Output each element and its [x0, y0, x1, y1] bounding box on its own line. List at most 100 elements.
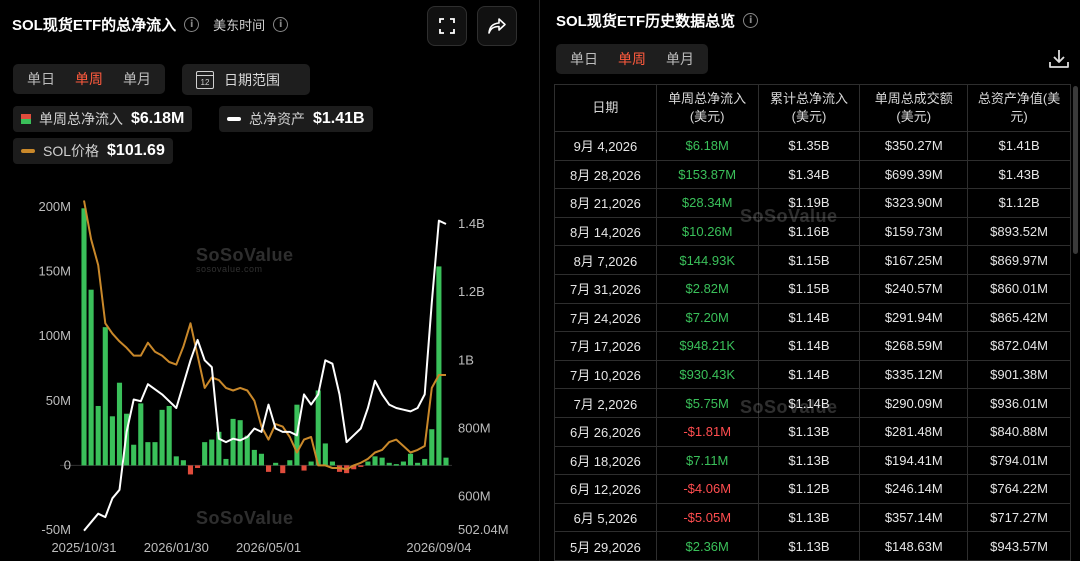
cell-weekly-volume: $335.12M [859, 359, 969, 390]
table-row[interactable]: 7月 24,2026 $7.20M $1.14B $291.94M $865.42M [554, 302, 1071, 333]
flow-bar [280, 465, 286, 474]
col-header-date[interactable]: 日期 [554, 84, 657, 132]
cell-weekly-volume: $194.41M [859, 445, 969, 476]
cell-weekly-volume: $167.25M [859, 245, 969, 275]
cell-weekly-flow: $28.34M [655, 188, 759, 218]
y-right-tick-label: 800M [458, 420, 491, 435]
cell-weekly-volume: $148.63M [859, 531, 969, 561]
col-header-weekly-volume[interactable]: 单周总成交额 (美元) [859, 84, 969, 132]
col-header-cumulative-flow[interactable]: 累计总净流入 (美元) [757, 84, 861, 132]
cell-date: 7月 17,2026 [554, 331, 657, 361]
timezone-info-icon[interactable]: i [273, 17, 289, 32]
flow-chart[interactable]: 200M 150M 100M 50M 0 -50M 1.4B 1.2B 1B 800M 600M 50… [0, 185, 538, 561]
table-tab-day[interactable]: 单日 [560, 49, 608, 69]
cell-weekly-flow: -$4.06M [655, 474, 759, 504]
history-panel: SOL现货ETF历史数据总览 i 单日 单周 单月 日期 单周总净流入 (美元) … [540, 0, 1080, 561]
date-range-button[interactable]: 12 日期范围 [182, 64, 310, 95]
cell-net-assets: $901.38M [967, 359, 1071, 390]
table-body: 9月 4,2026 $6.18M $1.35B $350.27M $1.41B 8月 28… [554, 131, 1071, 561]
download-icon[interactable] [1048, 48, 1070, 70]
info-icon[interactable]: i [743, 13, 759, 28]
table-period-tabs: 单日 单周 单月 [556, 44, 708, 74]
header-unit: 元) [1010, 109, 1028, 124]
cell-weekly-flow: $930.43K [655, 359, 759, 390]
table-row[interactable]: 7月 31,2026 $2.82M $1.15B $240.57M $860.01M [554, 273, 1071, 304]
table-tab-week[interactable]: 单周 [608, 49, 656, 69]
y-right-tick-label: 1.2B [458, 284, 485, 299]
chart-tab-day[interactable]: 单日 [17, 69, 65, 89]
cell-weekly-volume: $240.57M [859, 273, 969, 304]
table-row[interactable]: 7月 10,2026 $930.43K $1.14B $335.12M $901.38M [554, 359, 1071, 390]
header-line: 单周总净流入 [668, 91, 747, 106]
cell-date: 7月 10,2026 [554, 359, 657, 390]
flow-bar [195, 465, 201, 468]
cell-cumulative-flow: $1.15B [757, 273, 861, 304]
cell-date: 8月 14,2026 [554, 216, 657, 247]
col-header-net-assets[interactable]: 总资产净值(美 元) [967, 84, 1071, 132]
table-row[interactable]: 7月 17,2026 $948.21K $1.14B $268.59M $872.04M [554, 331, 1071, 361]
flow-bar [237, 420, 243, 466]
cell-net-assets: $794.01M [967, 445, 1071, 476]
cell-cumulative-flow: $1.35B [757, 131, 861, 161]
cell-date: 7月 24,2026 [554, 302, 657, 333]
total-assets-stat: 总净资产 $1.41B [219, 106, 373, 132]
cell-weekly-volume: $323.90M [859, 188, 969, 218]
cell-cumulative-flow: $1.12B [757, 474, 861, 504]
table-row[interactable]: 8月 28,2026 $153.87M $1.34B $699.39M $1.43B [554, 159, 1071, 190]
y-left-tick-label: 150M [38, 264, 71, 279]
table-row[interactable]: 8月 21,2026 $28.34M $1.19B $323.90M $1.12B [554, 188, 1071, 218]
flow-bar [223, 458, 229, 466]
col-header-weekly-flow[interactable]: 单周总净流入 (美元) [655, 84, 759, 132]
flow-bar [166, 405, 172, 466]
flow-bar [308, 461, 314, 466]
cell-date: 5月 29,2026 [554, 531, 657, 561]
flow-bar [372, 456, 378, 466]
cell-net-assets: $1.43B [967, 159, 1071, 190]
table-row[interactable]: 6月 5,2026 -$5.05M $1.13B $357.14M $717.27M [554, 502, 1071, 533]
cell-net-assets: $840.88M [967, 416, 1071, 447]
cell-net-assets: $860.01M [967, 273, 1071, 304]
flow-bar [287, 460, 293, 466]
flow-bar [209, 439, 215, 466]
header-line: 累计总净流入 [769, 91, 848, 106]
flow-bar [187, 465, 194, 475]
flow-bar [251, 449, 257, 466]
total-assets-label: 总净资产 [249, 111, 305, 127]
cell-cumulative-flow: $1.15B [757, 245, 861, 275]
flow-bar [329, 461, 335, 466]
table-row[interactable]: 6月 26,2026 -$1.81M $1.13B $281.48M $840.88M [554, 416, 1071, 447]
chart-tab-month[interactable]: 单月 [113, 69, 161, 89]
table-row[interactable]: 5月 29,2026 $2.36M $1.13B $148.63M $943.57M [554, 531, 1071, 561]
cell-weekly-volume: $268.59M [859, 331, 969, 361]
cell-weekly-flow: $6.18M [655, 131, 759, 161]
table-scrollbar[interactable] [1073, 86, 1078, 254]
flow-bar [315, 390, 321, 466]
info-icon[interactable]: i [184, 17, 200, 32]
cell-weekly-flow: $2.82M [655, 273, 759, 304]
x-tick-label: 2026/05/01 [236, 540, 301, 555]
table-row[interactable]: 8月 7,2026 $144.93K $1.15B $167.25M $869.97M [554, 245, 1071, 275]
sol-price-label: SOL价格 [43, 143, 100, 159]
cell-cumulative-flow: $1.34B [757, 159, 861, 190]
chart-title: SOL现货ETF的总净流入 [12, 17, 177, 34]
cell-date: 7月 31,2026 [554, 273, 657, 304]
fullscreen-icon [439, 18, 455, 34]
header-unit: (美元) [791, 109, 827, 124]
cell-weekly-flow: $2.36M [655, 531, 759, 561]
table-tab-month[interactable]: 单月 [656, 49, 704, 69]
share-icon [488, 18, 506, 34]
table-row[interactable]: 7月 2,2026 $5.75M $1.14B $290.09M $936.01M [554, 388, 1071, 418]
chart-tab-week[interactable]: 单周 [65, 69, 113, 89]
fullscreen-button[interactable] [427, 6, 467, 46]
history-header: SOL现货ETF历史数据总览 i [556, 10, 759, 31]
chart-header: SOL现货ETF的总净流入 i 美东时间 i [12, 14, 289, 35]
flow-bar [386, 462, 392, 466]
table-row[interactable]: 6月 18,2026 $7.11M $1.13B $194.41M $794.01M [554, 445, 1071, 476]
cell-weekly-volume: $291.94M [859, 302, 969, 333]
table-row[interactable]: 8月 14,2026 $10.26M $1.16B $159.73M $893.52M [554, 216, 1071, 247]
table-row[interactable]: 6月 12,2026 -$4.06M $1.12B $246.14M $764.22M [554, 474, 1071, 504]
share-button[interactable] [477, 6, 517, 46]
flow-bar [159, 409, 165, 466]
flow-bar [358, 465, 364, 467]
table-row[interactable]: 9月 4,2026 $6.18M $1.35B $350.27M $1.41B [554, 131, 1071, 161]
